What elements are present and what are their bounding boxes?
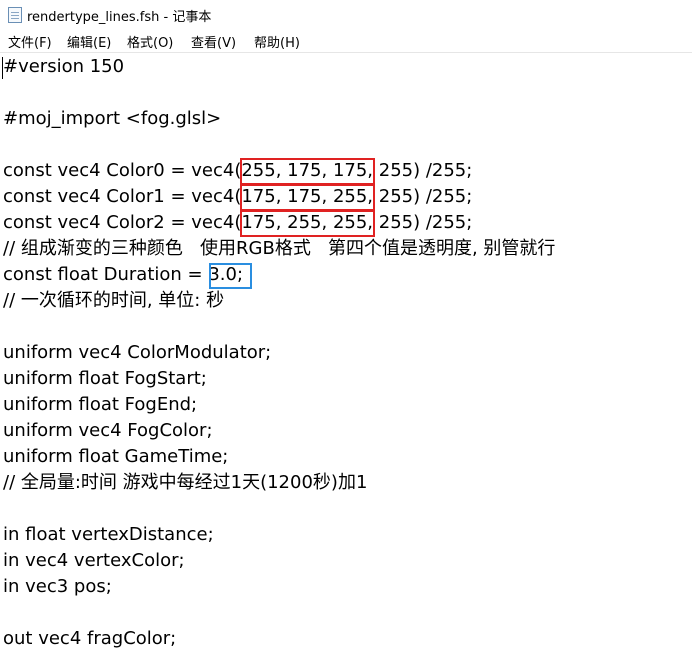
menu-bar: 文件(F) 编辑(E) 格式(O) 查看(V) 帮助(H) [0,30,692,52]
editor-line: #version 150 [3,56,125,77]
menu-format[interactable]: 格式(O) [127,32,173,51]
menu-help[interactable]: 帮助(H) [254,32,300,51]
highlight-duration-value [209,263,252,289]
editor-line: // 组成渐变的三种颜色 使用RGB格式 第四个值是透明度, 别管就行 [3,238,556,259]
editor-line: uniform float FogStart; [3,368,207,389]
highlight-color1-values [240,184,375,211]
menu-view[interactable]: 查看(V) [191,32,236,51]
editor-line: uniform vec4 FogColor; [3,420,213,441]
editor-line: in vec3 pos; [3,576,112,597]
text-caret [2,57,3,79]
editor-line: uniform float GameTime; [3,446,229,467]
editor-line: const vec4 Color0 = vec4(255, 175, 175, … [3,160,473,181]
editor-line: #moj_import <fog.glsl> [3,108,222,129]
window-title: rendertype_lines.fsh - 记事本 [27,10,212,25]
title-bar: rendertype_lines.fsh - 记事本 [0,0,692,30]
menu-edit[interactable]: 编辑(E) [67,32,111,51]
editor-line: // 一次循环的时间, 单位: 秒 [3,290,225,311]
editor-line: in vec4 vertexColor; [3,550,185,571]
editor-line: const vec4 Color2 = vec4(175, 255, 255, … [3,212,473,233]
highlight-color2-values [240,210,375,237]
editor-line: uniform vec4 ColorModulator; [3,342,272,363]
editor-line: uniform float FogEnd; [3,394,198,415]
editor-line: const vec4 Color1 = vec4(175, 175, 255, … [3,186,473,207]
text-editor[interactable]: #version 150 #moj_import <fog.glsl> cons… [0,52,692,664]
highlight-color0-values [240,158,375,185]
editor-line: in float vertexDistance; [3,524,214,545]
editor-line: const float Duration = 3.0; [3,264,244,285]
editor-line: out vec4 fragColor; [3,628,177,649]
menu-file[interactable]: 文件(F) [8,32,52,51]
notepad-icon [8,7,22,23]
editor-line: // 全局量:时间 游戏中每经过1天(1200秒)加1 [3,472,368,493]
